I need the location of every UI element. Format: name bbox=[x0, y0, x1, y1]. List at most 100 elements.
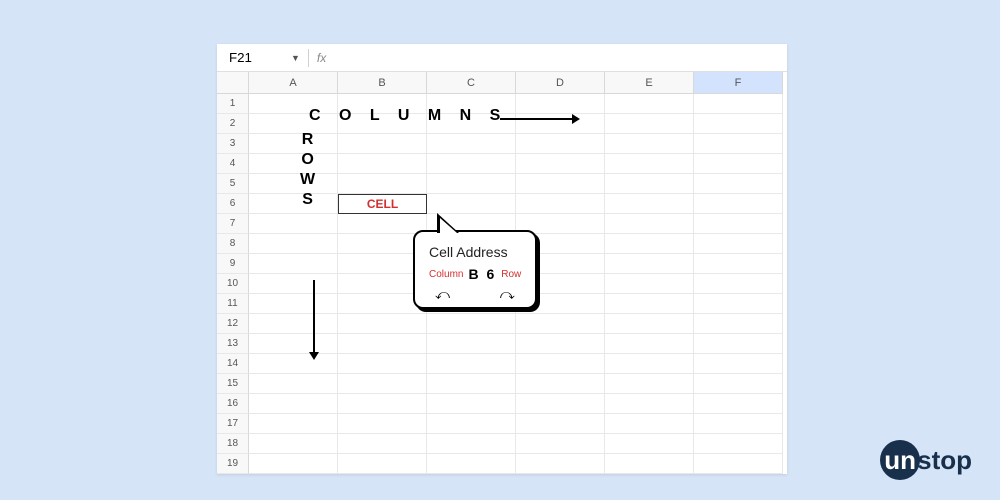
cell[interactable] bbox=[249, 234, 338, 254]
cell[interactable] bbox=[249, 414, 338, 434]
cell[interactable] bbox=[694, 274, 783, 294]
cell[interactable] bbox=[694, 174, 783, 194]
cell[interactable] bbox=[249, 134, 338, 154]
cell[interactable] bbox=[516, 354, 605, 374]
cell[interactable] bbox=[605, 94, 694, 114]
cell[interactable] bbox=[249, 194, 338, 214]
cell[interactable] bbox=[249, 274, 338, 294]
cell[interactable] bbox=[338, 394, 427, 414]
row-header[interactable]: 6 bbox=[217, 194, 249, 214]
cell[interactable] bbox=[605, 414, 694, 434]
cell[interactable] bbox=[605, 354, 694, 374]
cell[interactable] bbox=[427, 434, 516, 454]
cell[interactable] bbox=[516, 374, 605, 394]
cell[interactable] bbox=[516, 114, 605, 134]
column-header[interactable]: D bbox=[516, 72, 605, 94]
cell[interactable] bbox=[249, 294, 338, 314]
cell[interactable] bbox=[605, 274, 694, 294]
cell[interactable] bbox=[694, 454, 783, 474]
cell[interactable] bbox=[694, 434, 783, 454]
cell[interactable] bbox=[249, 114, 338, 134]
row-header[interactable]: 13 bbox=[217, 334, 249, 354]
cell[interactable] bbox=[516, 134, 605, 154]
cell[interactable] bbox=[605, 134, 694, 154]
cell[interactable] bbox=[694, 334, 783, 354]
cell[interactable] bbox=[427, 114, 516, 134]
row-header[interactable]: 4 bbox=[217, 154, 249, 174]
cell[interactable] bbox=[605, 314, 694, 334]
cell[interactable] bbox=[427, 134, 516, 154]
cell[interactable] bbox=[694, 354, 783, 374]
cell[interactable] bbox=[516, 414, 605, 434]
cell[interactable] bbox=[249, 214, 338, 234]
cell[interactable] bbox=[427, 334, 516, 354]
cell[interactable] bbox=[249, 374, 338, 394]
cell[interactable] bbox=[516, 434, 605, 454]
cell[interactable] bbox=[605, 374, 694, 394]
fx-icon[interactable]: fx bbox=[317, 51, 326, 65]
cell[interactable] bbox=[605, 254, 694, 274]
cell[interactable] bbox=[605, 334, 694, 354]
cell[interactable] bbox=[694, 114, 783, 134]
cell[interactable] bbox=[249, 454, 338, 474]
cell[interactable] bbox=[338, 334, 427, 354]
row-header[interactable]: 10 bbox=[217, 274, 249, 294]
cell[interactable] bbox=[605, 154, 694, 174]
column-header[interactable]: C bbox=[427, 72, 516, 94]
cell[interactable] bbox=[694, 194, 783, 214]
cell[interactable] bbox=[605, 434, 694, 454]
cell[interactable] bbox=[249, 174, 338, 194]
row-header[interactable]: 5 bbox=[217, 174, 249, 194]
active-cell[interactable]: CELL bbox=[338, 194, 427, 214]
cell[interactable] bbox=[338, 354, 427, 374]
cell[interactable] bbox=[694, 374, 783, 394]
cell[interactable] bbox=[605, 454, 694, 474]
cell[interactable] bbox=[338, 134, 427, 154]
cell[interactable] bbox=[605, 194, 694, 214]
name-box[interactable] bbox=[223, 48, 283, 67]
cell[interactable] bbox=[338, 454, 427, 474]
cell[interactable] bbox=[516, 394, 605, 414]
cell[interactable] bbox=[427, 174, 516, 194]
row-header[interactable]: 16 bbox=[217, 394, 249, 414]
row-header[interactable]: 19 bbox=[217, 454, 249, 474]
row-header[interactable]: 1 bbox=[217, 94, 249, 114]
cell[interactable] bbox=[338, 94, 427, 114]
column-header[interactable]: B bbox=[338, 72, 427, 94]
row-header[interactable]: 17 bbox=[217, 414, 249, 434]
cell[interactable] bbox=[516, 194, 605, 214]
cell[interactable] bbox=[694, 94, 783, 114]
cell[interactable] bbox=[516, 154, 605, 174]
cell[interactable] bbox=[605, 114, 694, 134]
row-header[interactable]: 12 bbox=[217, 314, 249, 334]
cell[interactable] bbox=[249, 254, 338, 274]
cell[interactable] bbox=[694, 154, 783, 174]
row-header[interactable]: 9 bbox=[217, 254, 249, 274]
cell[interactable] bbox=[694, 254, 783, 274]
cell[interactable] bbox=[427, 194, 516, 214]
cell[interactable] bbox=[249, 434, 338, 454]
cell[interactable] bbox=[427, 154, 516, 174]
cell[interactable] bbox=[427, 414, 516, 434]
cell[interactable] bbox=[427, 374, 516, 394]
cell[interactable] bbox=[605, 174, 694, 194]
cell[interactable] bbox=[338, 434, 427, 454]
cell[interactable] bbox=[338, 374, 427, 394]
cell[interactable] bbox=[516, 454, 605, 474]
row-header[interactable]: 7 bbox=[217, 214, 249, 234]
cell[interactable] bbox=[427, 454, 516, 474]
row-header[interactable]: 8 bbox=[217, 234, 249, 254]
row-header[interactable]: 18 bbox=[217, 434, 249, 454]
cell[interactable] bbox=[338, 114, 427, 134]
cell[interactable] bbox=[516, 334, 605, 354]
cell[interactable] bbox=[249, 94, 338, 114]
select-all-corner[interactable] bbox=[217, 72, 249, 94]
cell[interactable] bbox=[516, 314, 605, 334]
cell[interactable] bbox=[338, 314, 427, 334]
cell[interactable] bbox=[605, 294, 694, 314]
row-header[interactable]: 11 bbox=[217, 294, 249, 314]
dropdown-icon[interactable]: ▼ bbox=[291, 53, 300, 63]
cell[interactable] bbox=[427, 354, 516, 374]
cell[interactable] bbox=[338, 414, 427, 434]
cell[interactable] bbox=[516, 174, 605, 194]
